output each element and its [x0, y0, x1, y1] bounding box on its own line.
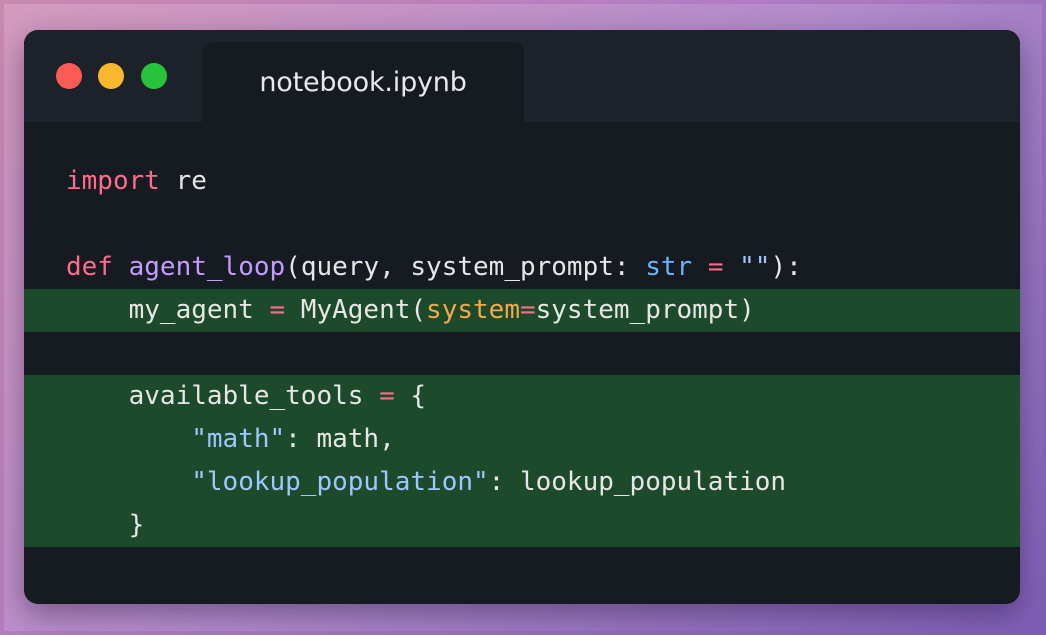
code-line-highlighted: "lookup_population": lookup_population	[24, 461, 1020, 504]
tab-label: notebook.ipynb	[259, 66, 467, 98]
code-token: =	[379, 381, 395, 411]
code-line: ​	[24, 332, 1020, 375]
code-token: : math,	[285, 424, 395, 454]
tab-notebook[interactable]: notebook.ipynb	[202, 42, 524, 122]
code-token: system_prompt)	[535, 295, 755, 325]
code-token: system	[426, 295, 520, 325]
code-line-highlighted: available_tools = {	[24, 375, 1020, 418]
code-line-highlighted: }	[24, 504, 1020, 547]
code-token: re	[159, 166, 207, 196]
close-window-button[interactable]	[56, 63, 82, 89]
code-line: def agent_loop(query, system_prompt: str…	[24, 246, 1020, 289]
code-token: =	[707, 252, 724, 282]
code-token: "math"	[191, 424, 286, 454]
title-bar: notebook.ipynb	[24, 30, 1020, 122]
code-token: "lookup_population"	[191, 467, 489, 497]
code-token: ""	[739, 252, 771, 282]
code-token: MyAgent(	[285, 295, 427, 325]
code-line-highlighted: my_agent = MyAgent(system=system_prompt)	[24, 289, 1020, 332]
code-token: def	[66, 252, 113, 282]
code-line: ​	[24, 203, 1020, 246]
code-token: import	[66, 166, 160, 196]
code-token: ):	[770, 252, 802, 282]
code-token: =	[519, 295, 536, 325]
code-token: my_agent	[66, 295, 270, 325]
editor-window: notebook.ipynb import re​def agent_loop(…	[24, 30, 1020, 604]
code-line-highlighted: "math": math,	[24, 418, 1020, 461]
code-token: str	[645, 252, 693, 282]
code-line: import re	[24, 160, 1020, 203]
code-token: }	[66, 510, 145, 540]
code-token: =	[269, 295, 286, 325]
code-token: available_tools	[66, 381, 380, 411]
code-token: {	[394, 381, 427, 411]
code-token: agent_loop	[128, 252, 286, 282]
code-area[interactable]: import re​def agent_loop(query, system_p…	[24, 160, 1020, 547]
minimize-window-button[interactable]	[98, 63, 124, 89]
code-token: : lookup_population	[488, 467, 787, 497]
maximize-window-button[interactable]	[141, 63, 167, 89]
code-token: (query, system_prompt:	[285, 252, 646, 282]
